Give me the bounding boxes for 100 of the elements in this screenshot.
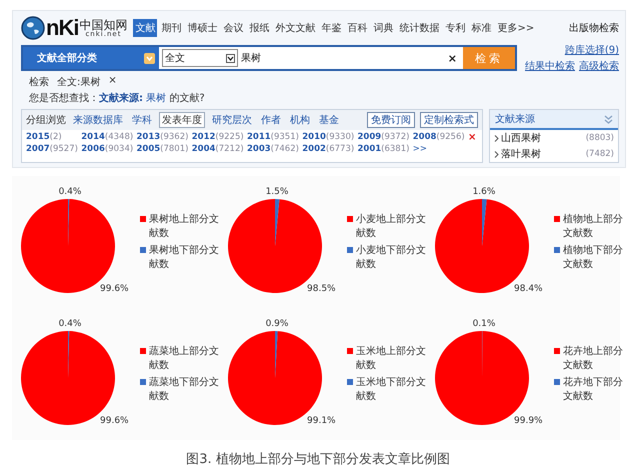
year-link[interactable]: 2004(7212) [192, 144, 244, 154]
group-tab[interactable]: 研究层次 [210, 113, 254, 127]
legend-label: 植物地上部分文献数 [563, 213, 624, 240]
nav-tab[interactable]: 词典 [371, 19, 396, 37]
suggestion-link[interactable]: 果树 [146, 93, 166, 104]
year-link[interactable]: 2006(9034) [81, 144, 134, 154]
nav-tab[interactable]: 更多>> [495, 19, 536, 37]
legend-swatch [347, 216, 353, 222]
category-dropdown[interactable]: 文献全部分类 [23, 47, 159, 69]
suggestion-text: 您是否想查找：文献来源: 果树 的文献? [28, 92, 206, 105]
breadcrumb-label: 检索 [29, 76, 49, 89]
year-link[interactable]: 2010(9330) [302, 132, 354, 143]
chevron-icon [494, 134, 499, 142]
group-tab[interactable]: 学科 [130, 113, 154, 127]
panel-button[interactable]: 免费订阅 [367, 112, 415, 128]
data-label: 99.6% [100, 416, 129, 426]
more-link[interactable]: >> [412, 144, 465, 154]
data-label: 1.6% [472, 187, 496, 197]
group-tab[interactable]: 来源数据库 [71, 113, 125, 127]
clear-button[interactable]: × [442, 52, 463, 64]
data-label: 99.9% [514, 416, 543, 426]
nav-tab[interactable]: 百科 [345, 19, 370, 37]
nav-tab[interactable]: 专利 [443, 19, 468, 37]
year-link[interactable]: 2003(7462) [247, 144, 299, 154]
legend-label: 果树地上部分文献数 [149, 213, 219, 240]
year-link[interactable]: 2002(6773) [302, 144, 354, 154]
legend-swatch [554, 379, 560, 385]
source-count: (7482) [586, 149, 614, 159]
remove-button[interactable]: × [108, 75, 117, 89]
year-link[interactable]: 2013(9362) [136, 132, 188, 143]
year-link[interactable]: 2005(7801) [136, 144, 188, 154]
legend-swatch [347, 247, 353, 253]
legend-swatch [140, 216, 146, 222]
source-link[interactable]: 落叶果树 [501, 147, 584, 161]
nav-tab[interactable]: 报纸 [247, 19, 272, 37]
globe-icon [21, 16, 45, 40]
source-count: (8803) [586, 133, 614, 143]
legend-label: 蔬菜地下部分文献数 [149, 376, 219, 403]
data-label: 98.5% [307, 284, 336, 294]
legend-swatch [140, 348, 146, 354]
nav-tab[interactable]: 年鉴 [319, 19, 344, 37]
year-link[interactable]: 2007(9527) [26, 144, 78, 154]
legend-label: 花卉地上部分文献数 [563, 345, 624, 372]
nav-tab[interactable]: 标准 [469, 19, 494, 37]
legend-label: 玉米地上部分文献数 [356, 345, 426, 372]
legend-swatch [140, 247, 146, 253]
nav-tab[interactable]: 会议 [221, 19, 246, 37]
legend-swatch [347, 348, 353, 354]
database-link[interactable]: 跨库选择(9) [564, 43, 619, 57]
search-link[interactable]: 高级检索 [579, 59, 619, 73]
legend-swatch [554, 348, 560, 354]
group-tab[interactable]: 发表年度 [159, 112, 205, 128]
legend-label: 蔬菜地上部分文献数 [149, 345, 219, 372]
legend-label: 花卉地下部分文献数 [563, 376, 624, 403]
year-link[interactable]: 2011(9351) [247, 132, 299, 143]
data-label: 0.4% [58, 319, 82, 329]
nav-tab[interactable]: 统计数据 [397, 19, 442, 37]
legend-swatch [554, 216, 560, 222]
year-link[interactable]: 2009(9372) [358, 132, 410, 143]
legend-label: 植物地下部分文献数 [563, 244, 624, 271]
logo-text: 中国知网 [79, 18, 128, 30]
legend-label: 玉米地下部分文献数 [356, 376, 426, 403]
figure-caption: 图3. 植物地上部分与地下部分发表文章比例图 [185, 451, 451, 468]
group-tab[interactable]: 基金 [317, 113, 341, 127]
year-link[interactable]: 2001(6381) [358, 144, 410, 154]
year-link[interactable]: 2014(4348) [81, 132, 134, 143]
caret-icon [226, 54, 235, 62]
search-term: 全文:果树 [57, 76, 100, 89]
nav-tab[interactable]: 文献 [133, 19, 158, 37]
group-tab[interactable]: 机构 [288, 113, 312, 127]
field-select[interactable]: 全文 [162, 49, 238, 67]
data-label: 0.9% [266, 319, 288, 329]
data-label: 98.4% [514, 284, 543, 294]
legend-label: 小麦地上部分文献数 [356, 213, 426, 240]
nav-tab[interactable]: 博硕士 [185, 19, 220, 37]
legend-swatch [140, 379, 146, 385]
data-label: 99.1% [307, 416, 336, 426]
legend-label: 果树地下部分文献数 [149, 244, 219, 271]
legend-swatch [554, 247, 560, 253]
search-field[interactable]: 果树 [241, 47, 442, 69]
publication-search-link[interactable]: 出版物检索 [569, 21, 619, 35]
nav-tab[interactable]: 外文文献 [273, 19, 318, 37]
panel-title: 文献来源 [495, 112, 535, 126]
data-label: 0.1% [472, 319, 496, 329]
year-link[interactable]: 2015(2) [26, 132, 78, 143]
search-link[interactable]: 结果中检索 [525, 59, 575, 73]
group-tab[interactable]: 作者 [259, 113, 283, 127]
data-label: 0.4% [58, 187, 82, 197]
nav-tab[interactable]: 期刊 [159, 19, 184, 37]
year-link[interactable]: 2008(9256) [412, 132, 465, 143]
legend-label: 小麦地下部分文献数 [356, 244, 426, 271]
source-link[interactable]: 山西果树 [501, 131, 584, 145]
double-chevron-icon[interactable] [604, 114, 613, 124]
data-label: 99.6% [100, 284, 129, 294]
data-label: 1.5% [266, 187, 288, 197]
panel-button[interactable]: 定制检索式 [420, 112, 478, 128]
year-link[interactable]: 2012(9225) [192, 132, 244, 143]
close-button[interactable]: × [468, 132, 478, 143]
group-label: 分组浏览 [26, 114, 66, 127]
legend-swatch [347, 379, 353, 385]
